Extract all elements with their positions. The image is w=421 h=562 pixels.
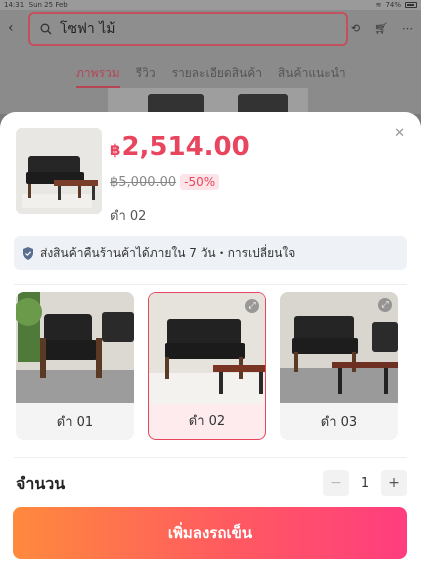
selected-variant-name: ดำ 02 — [110, 209, 147, 224]
price-amount: 2,514.00 — [121, 132, 250, 162]
price: ฿ 2,514.00 — [110, 132, 250, 162]
status-bar: 14:31 Sun 25 Feb ≋ 74% — [0, 0, 421, 10]
return-policy-banner[interactable]: ส่งสินค้าคืนร้านค้าได้ภายใน 7 วัน・การเปล… — [14, 236, 407, 270]
cart-icon[interactable]: 🛒︎ — [374, 22, 388, 35]
status-time: 14:31 — [4, 1, 25, 9]
decrease-button[interactable]: − — [323, 470, 349, 496]
back-arrow-icon[interactable]: ‹ — [8, 20, 14, 36]
variant-image — [16, 292, 134, 403]
variant-option-3[interactable]: ⤢ ดำ 03 — [280, 292, 398, 440]
battery-icon — [405, 2, 417, 8]
close-icon[interactable]: ✕ — [394, 126, 405, 141]
currency-symbol: ฿ — [110, 141, 121, 159]
wifi-icon: ≋ — [375, 1, 382, 9]
status-date: Sun 25 Feb — [28, 1, 68, 9]
tab-reviews[interactable]: รีวิว — [136, 64, 156, 88]
more-icon[interactable]: ⋯ — [402, 22, 413, 35]
expand-icon[interactable]: ⤢ — [378, 298, 392, 312]
discount-badge: -50% — [180, 174, 220, 190]
variant-label: ดำ 02 — [188, 414, 226, 429]
quantity-label: จำนวน — [16, 474, 66, 493]
add-to-cart-button[interactable]: เพิ่มลงรถเข็น — [13, 507, 407, 559]
product-thumbnail — [16, 128, 102, 214]
product-tabs: ภาพรวม รีวิว รายละเอียดสินค้า สินค้าแนะน… — [76, 64, 346, 88]
divider — [14, 284, 407, 285]
background-page: ‹ โซฟา ไม้ ⟲ 🛒︎ ⋯ ภาพรวม รีวิว รายละเอีย… — [0, 10, 421, 120]
variant-option-1[interactable]: ดำ 01 — [16, 292, 134, 440]
search-bar[interactable]: โซฟา ไม้ — [28, 12, 348, 46]
search-text: โซฟา ไม้ — [60, 21, 116, 37]
quantity-value[interactable]: 1 — [353, 476, 377, 491]
quantity-stepper: − 1 + — [323, 470, 407, 496]
variant-label: ดำ 03 — [320, 415, 358, 430]
shield-check-icon — [23, 246, 33, 260]
tab-details[interactable]: รายละเอียดสินค้า — [172, 64, 262, 88]
tab-recommended[interactable]: สินค้าแนะนำ — [278, 64, 346, 88]
return-policy-text: ส่งสินค้าคืนร้านค้าได้ภายใน 7 วัน・การเปล… — [40, 245, 296, 260]
share-icon[interactable]: ⟲ — [351, 22, 360, 35]
variant-label: ดำ 01 — [56, 415, 94, 430]
original-price: ฿5,000.00 — [110, 174, 177, 190]
variant-option-2[interactable]: ⤢ ดำ 02 — [148, 292, 266, 440]
battery-percent: 74% — [385, 1, 401, 9]
search-icon — [40, 23, 52, 35]
increase-button[interactable]: + — [381, 470, 407, 496]
variant-selector-sheet: ✕ ฿ 2,514.00 ฿5,000.00 -50% ดำ 02 ส่งสิน… — [0, 112, 421, 562]
expand-icon[interactable]: ⤢ — [245, 299, 259, 313]
divider — [14, 457, 407, 458]
tab-overview[interactable]: ภาพรวม — [76, 64, 120, 88]
